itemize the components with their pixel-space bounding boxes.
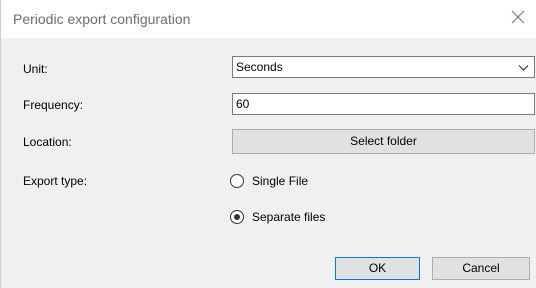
unit-label: Unit:: [23, 62, 48, 76]
radio-button[interactable]: [230, 210, 244, 224]
unit-value: Seconds: [236, 60, 283, 74]
chevron-down-icon: [518, 65, 529, 71]
radio-label: Separate files: [252, 210, 326, 224]
ok-button[interactable]: OK: [335, 257, 420, 280]
location-label: Location:: [23, 135, 72, 149]
radio-selected-dot: [234, 214, 240, 220]
cancel-button[interactable]: Cancel: [432, 257, 530, 280]
frequency-input[interactable]: 60: [232, 93, 535, 115]
radio-button[interactable]: [230, 174, 244, 188]
radio-label: Single File: [252, 174, 309, 188]
export-config-dialog: Periodic export configuration Unit: Seco…: [0, 0, 536, 288]
unit-dropdown[interactable]: Seconds: [232, 56, 535, 78]
title-bar: Periodic export configuration: [1, 0, 536, 38]
frequency-label: Frequency:: [23, 98, 84, 112]
export-type-label: Export type:: [23, 174, 88, 188]
close-icon[interactable]: [509, 8, 527, 26]
dialog-title: Periodic export configuration: [13, 11, 191, 27]
select-folder-button[interactable]: Select folder: [232, 129, 535, 154]
frequency-value: 60: [236, 97, 250, 111]
